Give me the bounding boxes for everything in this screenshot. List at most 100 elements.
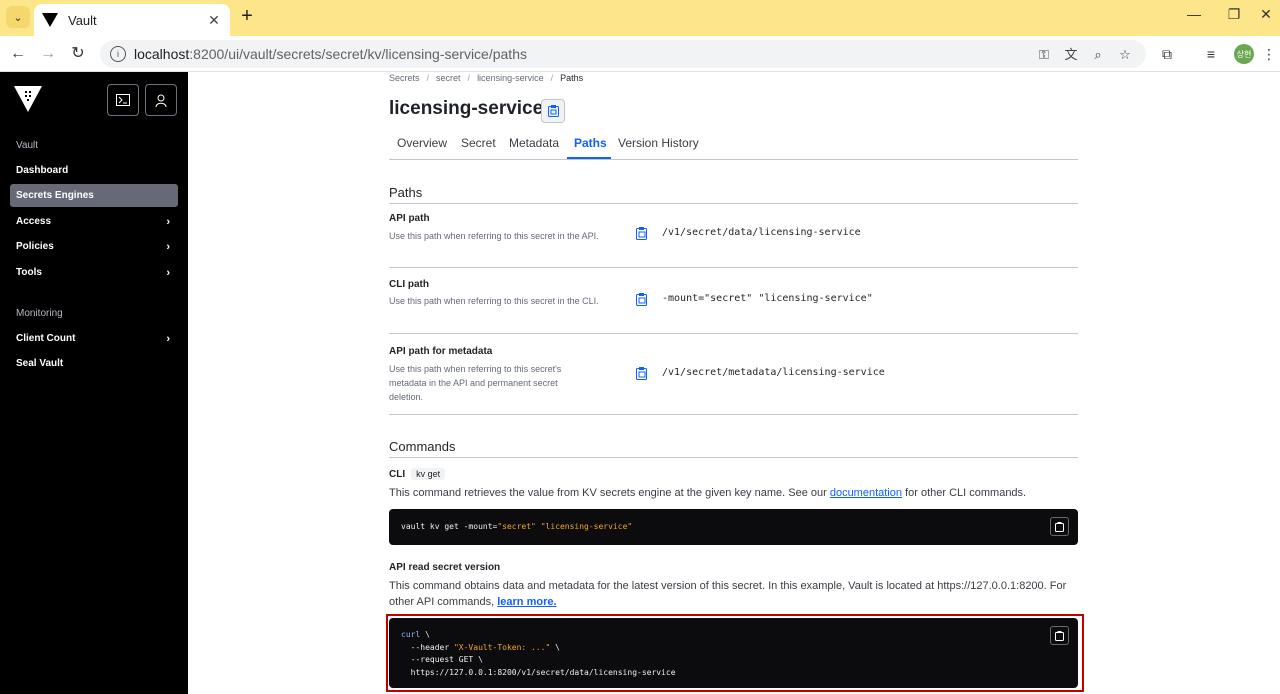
sidebar-item-label: Dashboard [16, 165, 69, 176]
cli-code-name: "licensing-service" [540, 522, 633, 531]
media-queue-icon[interactable]: ≡ [1202, 45, 1220, 63]
close-tab-icon[interactable]: ✕ [206, 12, 222, 29]
sidebar-item-label: Tools [16, 267, 42, 278]
breadcrumb-secrets[interactable]: Secrets [389, 73, 420, 83]
sidebar-section-vault: Vault [16, 140, 39, 151]
cli-code-mount: "secret" [497, 522, 536, 531]
path-label: API path [389, 213, 430, 224]
tab-title: Vault [68, 12, 97, 28]
vault-logo-icon[interactable] [14, 86, 42, 112]
path-label: CLI path [389, 279, 429, 290]
tab-version-history[interactable]: Version History [618, 136, 699, 150]
copy-cli-path-icon[interactable] [636, 293, 648, 306]
commands-heading: Commands [389, 439, 1078, 458]
browser-tab[interactable]: Vault ✕ [34, 4, 230, 36]
cli-code-prefix: vault kv get -mount= [401, 522, 498, 531]
sidebar-section-monitoring: Monitoring [16, 308, 63, 319]
tab-secret[interactable]: Secret [461, 136, 496, 150]
path-help: Use this path when referring to this sec… [389, 364, 562, 402]
restore-icon[interactable]: ❐ [1220, 6, 1248, 23]
browser-menu-icon[interactable]: ⋮ [1260, 45, 1278, 63]
path-row-metadata: API path for metadata Use this path when… [389, 334, 1078, 415]
kv-get-badge: kv get [411, 468, 446, 480]
reload-icon[interactable]: ↻ [68, 44, 88, 64]
browser-tab-bar: ⌄ Vault ✕ + — ❐ ✕ [0, 0, 1280, 36]
active-tab-indicator [567, 157, 611, 159]
bookmark-star-icon[interactable]: ☆ [1117, 47, 1133, 63]
new-tab-button[interactable]: + [236, 6, 258, 28]
zoom-icon[interactable]: ⌕ [1090, 47, 1106, 63]
url-path: :8200/ui/vault/secrets/secret/kv/licensi… [189, 46, 527, 62]
path-value: /v1/secret/metadata/licensing-service [662, 367, 885, 378]
sidebar-item-label: Access [16, 216, 52, 227]
secret-tabs: Overview Secret Metadata Paths Version H… [389, 129, 1078, 160]
copy-api-path-icon[interactable] [636, 227, 648, 240]
breadcrumb: Secrets / secret / licensing-service / Path… [389, 73, 584, 83]
tab-search-button[interactable]: ⌄ [6, 6, 30, 28]
cli-code: vault kv get -mount="secret" "licensing-… [401, 521, 632, 534]
chevron-right-icon: › [166, 215, 170, 228]
sidebar-item-seal-vault[interactable]: Seal Vault [10, 352, 178, 375]
address-bar[interactable]: i localhost:8200/ui/vault/secrets/secret… [100, 40, 1146, 68]
clipboard-icon [547, 105, 559, 117]
clipboard-icon [1055, 521, 1064, 532]
browser-toolbar: ← → ↻ i localhost:8200/ui/vault/secrets/… [0, 36, 1280, 72]
path-row-cli: CLI path Use this path when referring to… [389, 268, 1078, 334]
sidebar-item-label: Seal Vault [16, 358, 64, 369]
path-help: Use this path when referring to this sec… [389, 231, 599, 241]
sidebar-item-policies[interactable]: Policies › [10, 235, 178, 258]
main-content: Secrets / secret / licensing-service / Path… [188, 72, 1280, 694]
copy-title-button[interactable] [541, 99, 565, 123]
breadcrumb-secret[interactable]: secret [436, 73, 461, 83]
sidebar-item-dashboard[interactable]: Dashboard [10, 159, 178, 182]
terminal-icon [116, 94, 130, 106]
api-desc-text: This command obtains data and metadata f… [389, 580, 1067, 608]
forward-icon[interactable]: → [38, 44, 58, 64]
site-info-icon[interactable]: i [110, 46, 126, 62]
sidebar-item-tools[interactable]: Tools › [10, 261, 178, 284]
chevron-right-icon: › [166, 240, 170, 253]
cli-command-label: CLI kv get [389, 468, 446, 480]
tab-overview[interactable]: Overview [397, 136, 447, 150]
tab-metadata[interactable]: Metadata [509, 136, 559, 150]
sidebar: Vault Dashboard Secrets Engines Access › … [0, 72, 188, 694]
api-description: This command obtains data and metadata f… [389, 578, 1078, 610]
breadcrumb-current: Paths [560, 73, 584, 83]
back-icon[interactable]: ← [8, 44, 28, 64]
sidebar-item-label: Policies [16, 241, 54, 252]
sidebar-item-secrets-engines[interactable]: Secrets Engines [10, 184, 178, 207]
minimize-icon[interactable]: — [1180, 6, 1208, 22]
annotation-highlight-box [386, 614, 1084, 692]
path-help: Use this path when referring to this sec… [389, 296, 599, 306]
sidebar-item-label: Secrets Engines [16, 190, 94, 201]
extensions-icon[interactable]: ⧉ [1158, 45, 1176, 63]
sidebar-item-client-count[interactable]: Client Count › [10, 327, 178, 350]
cli-label: CLI [389, 468, 406, 480]
user-icon [155, 94, 167, 107]
copy-metadata-path-icon[interactable] [636, 367, 648, 380]
sidebar-item-access[interactable]: Access › [10, 210, 178, 233]
cli-code-block: vault kv get -mount="secret" "licensing-… [389, 509, 1078, 545]
copy-cli-command-button[interactable] [1050, 517, 1069, 536]
documentation-link[interactable]: documentation [830, 487, 902, 499]
cli-description: This command retrieves the value from KV… [389, 485, 1078, 501]
api-command-label: API read secret version [389, 562, 500, 573]
page-title: licensing-service [389, 98, 544, 119]
password-key-icon[interactable]: ⚿ [1036, 47, 1052, 63]
tab-paths[interactable]: Paths [574, 136, 607, 150]
close-window-icon[interactable]: ✕ [1252, 6, 1280, 23]
sidebar-item-label: Client Count [16, 333, 76, 344]
console-toggle-button[interactable] [107, 84, 139, 116]
path-row-api: API path Use this path when referring to… [389, 207, 1078, 268]
user-menu-button[interactable] [145, 84, 177, 116]
vault-favicon-icon [42, 13, 58, 27]
path-value: -mount="secret" "licensing-service" [662, 293, 873, 304]
url-host: localhost [134, 46, 190, 62]
path-value: /v1/secret/data/licensing-service [662, 227, 861, 238]
paths-heading: Paths [389, 185, 1078, 204]
translate-icon[interactable]: 文 [1063, 47, 1079, 63]
learn-more-link[interactable]: learn more. [497, 596, 556, 608]
breadcrumb-licensing-service[interactable]: licensing-service [477, 73, 544, 83]
chevron-right-icon: › [166, 332, 170, 345]
profile-avatar[interactable]: 상현 [1234, 44, 1254, 64]
